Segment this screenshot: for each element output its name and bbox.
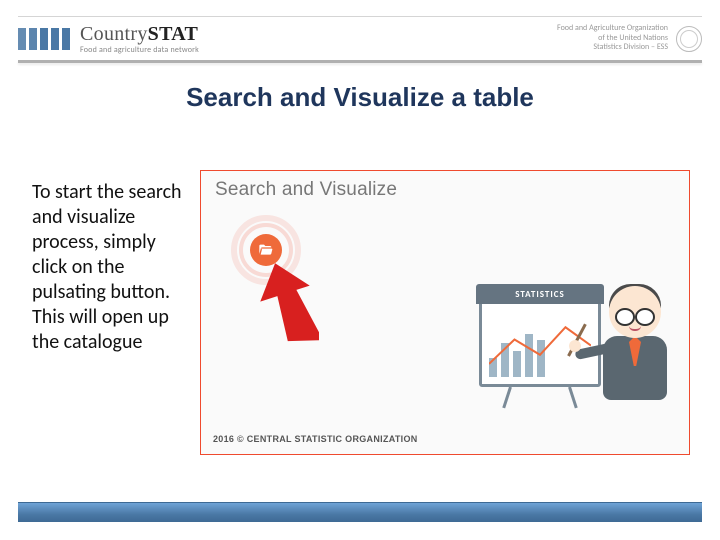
glasses-icon [615, 308, 655, 322]
slide-title: Search and Visualize a table [0, 82, 720, 113]
brand-suffix: STAT [148, 23, 198, 45]
statistician-illustration: STATISTICS [479, 272, 679, 412]
instruction-text: To start the search and visualize proces… [32, 180, 182, 355]
brand-prefix: Country [80, 23, 148, 45]
header-right: Food and Agriculture Organization of the… [557, 24, 702, 53]
board-label: STATISTICS [476, 284, 604, 304]
footer-bar [18, 502, 702, 522]
folder-open-icon [258, 242, 274, 258]
fao-text: Food and Agriculture Organization of the… [557, 24, 668, 53]
fao-line3: Statistics Division – ESS [557, 43, 668, 53]
person-hand [569, 340, 581, 352]
brand-text: CountrySTAT Food and agriculture data ne… [80, 24, 199, 54]
screenshot-panel: Search and Visualize STATISTICS [200, 170, 690, 455]
brand-block: CountrySTAT Food and agriculture data ne… [18, 24, 199, 54]
presentation-board: STATISTICS [479, 287, 601, 387]
callout-arrow-icon [259, 261, 319, 356]
fao-logo-icon [676, 26, 702, 52]
person-icon [591, 286, 679, 416]
brand-subtitle: Food and agriculture data network [80, 46, 199, 54]
panel-heading: Search and Visualize [201, 171, 689, 201]
easel-legs-icon [509, 387, 571, 409]
brand-bars-icon [18, 28, 70, 50]
header-bar: CountrySTAT Food and agriculture data ne… [18, 16, 702, 60]
panel-footer-text: 2016 © CENTRAL STATISTIC ORGANIZATION [213, 434, 418, 444]
